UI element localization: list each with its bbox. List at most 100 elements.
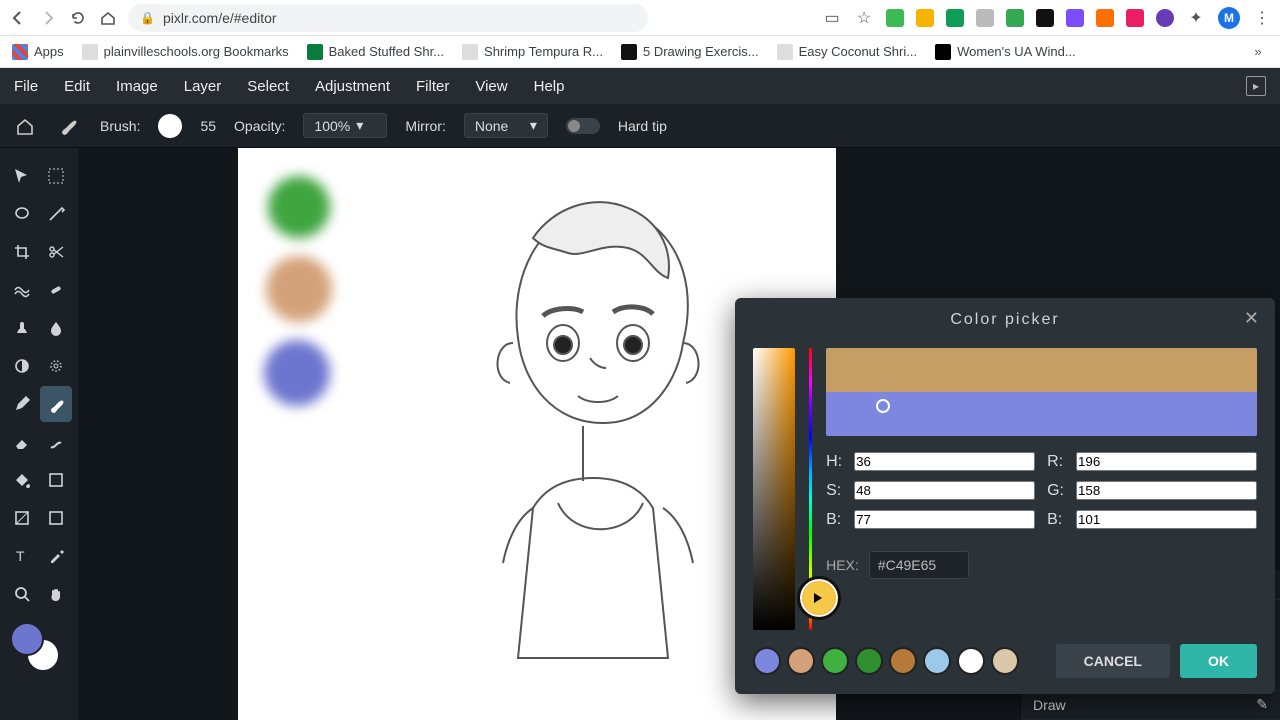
menu-edit[interactable]: Edit — [64, 78, 90, 95]
bookmarks-overflow-icon[interactable]: » — [1248, 42, 1268, 62]
heal-tool[interactable] — [40, 272, 72, 308]
brush-tool-icon[interactable] — [56, 113, 82, 139]
ext-icon[interactable] — [976, 9, 994, 27]
h-input[interactable] — [854, 452, 1035, 471]
swatch[interactable] — [889, 647, 917, 675]
pen-tool[interactable] — [6, 386, 38, 422]
blur-tool[interactable] — [40, 310, 72, 346]
ext-icon[interactable] — [1126, 9, 1144, 27]
color-picker-title: Color picker — [950, 311, 1059, 329]
color-picker-header[interactable]: Color picker ✕ — [735, 298, 1275, 342]
zoom-tool[interactable] — [6, 576, 38, 612]
menu-adjustment[interactable]: Adjustment — [315, 78, 390, 95]
bookmark-icon — [777, 44, 793, 60]
history-item[interactable]: Draw✎ — [1021, 690, 1280, 720]
menu-help[interactable]: Help — [534, 78, 565, 95]
profile-avatar[interactable]: M — [1218, 7, 1240, 29]
bookmark-label: Women's UA Wind... — [957, 44, 1076, 59]
hue-cursor[interactable] — [797, 576, 841, 620]
reload-button[interactable] — [68, 8, 88, 28]
forward-button[interactable] — [38, 8, 58, 28]
eraser-tool[interactable] — [6, 424, 38, 460]
hue-slider[interactable] — [809, 348, 812, 630]
b-input[interactable] — [854, 510, 1035, 529]
foreground-color[interactable] — [10, 622, 44, 656]
hex-label: HEX: — [826, 557, 859, 573]
ext-icon[interactable] — [1036, 9, 1054, 27]
swatch[interactable] — [855, 647, 883, 675]
ext-icon[interactable] — [1066, 9, 1084, 27]
toolbox: T — [0, 148, 78, 720]
menu-image[interactable]: Image — [116, 78, 158, 95]
fill-tool[interactable] — [6, 462, 38, 498]
swatch[interactable] — [753, 647, 781, 675]
smudge-tool[interactable] — [40, 424, 72, 460]
ext-icon[interactable] — [1096, 9, 1114, 27]
lasso-tool[interactable] — [6, 196, 38, 232]
back-button[interactable] — [8, 8, 28, 28]
ext-icon[interactable] — [1006, 9, 1024, 27]
bookmark-item[interactable]: Baked Stuffed Shr... — [307, 44, 444, 60]
bookmark-item[interactable]: Shrimp Tempura R... — [462, 44, 603, 60]
r-input[interactable] — [1076, 452, 1257, 471]
reader-icon[interactable]: ▭ — [822, 8, 842, 28]
cutout-tool[interactable] — [40, 234, 72, 270]
menu-view[interactable]: View — [475, 78, 507, 95]
bookmark-item[interactable]: 5 Drawing Exercis... — [621, 44, 759, 60]
color-wells[interactable] — [6, 620, 72, 680]
ext-icon[interactable] — [1156, 9, 1174, 27]
hand-tool[interactable] — [40, 576, 72, 612]
menu-filter[interactable]: Filter — [416, 78, 449, 95]
bookmark-apps[interactable]: Apps — [12, 44, 64, 60]
swatch[interactable] — [923, 647, 951, 675]
menu-file[interactable]: File — [14, 78, 38, 95]
ext-icon[interactable] — [886, 9, 904, 27]
shape-tool[interactable] — [40, 462, 72, 498]
brush-preview[interactable] — [158, 114, 182, 138]
ok-button[interactable]: OK — [1180, 644, 1257, 678]
ext-icon[interactable] — [916, 9, 934, 27]
brush-label: Brush: — [100, 118, 140, 134]
eyedropper-tool[interactable] — [40, 538, 72, 574]
extensions-icon[interactable]: ✦ — [1186, 8, 1206, 28]
sponge-tool[interactable] — [40, 348, 72, 384]
clone-tool[interactable] — [6, 310, 38, 346]
kebab-menu-icon[interactable]: ⋮ — [1252, 8, 1272, 28]
move-tool[interactable] — [6, 158, 38, 194]
swatch[interactable] — [821, 647, 849, 675]
menu-select[interactable]: Select — [247, 78, 289, 95]
text-tool[interactable]: T — [6, 538, 38, 574]
swatch[interactable] — [957, 647, 985, 675]
g-input[interactable] — [1076, 481, 1257, 500]
menu-layer[interactable]: Layer — [184, 78, 222, 95]
close-icon[interactable]: ✕ — [1244, 308, 1261, 329]
hard-tip-toggle[interactable] — [566, 118, 600, 134]
dodge-tool[interactable] — [6, 348, 38, 384]
home-button[interactable] — [98, 8, 118, 28]
hex-input[interactable] — [869, 551, 969, 579]
ext-icon[interactable] — [946, 9, 964, 27]
liquify-tool[interactable] — [6, 272, 38, 308]
toggle-panels-button[interactable]: ▸ — [1246, 76, 1266, 96]
gradient-tool[interactable] — [6, 500, 38, 536]
blue-input[interactable] — [1076, 510, 1257, 529]
bookmark-item[interactable]: plainvilleschools.org Bookmarks — [82, 44, 289, 60]
crop-tool[interactable] — [6, 234, 38, 270]
mirror-select[interactable]: None▾ — [464, 113, 548, 138]
swatch[interactable] — [787, 647, 815, 675]
cancel-button[interactable]: CANCEL — [1056, 644, 1170, 678]
wand-tool[interactable] — [40, 196, 72, 232]
bookmark-item[interactable]: Women's UA Wind... — [935, 44, 1076, 60]
frame-tool[interactable] — [40, 500, 72, 536]
opacity-select[interactable]: 100%▾ — [303, 113, 387, 138]
s-input[interactable] — [854, 481, 1035, 500]
brush-tool[interactable] — [40, 386, 72, 422]
sv-cursor[interactable] — [876, 399, 890, 413]
marquee-tool[interactable] — [40, 158, 72, 194]
star-icon[interactable]: ☆ — [854, 8, 874, 28]
saturation-value-field[interactable] — [753, 348, 795, 630]
address-bar[interactable]: 🔒 pixlr.com/e/#editor — [128, 4, 648, 32]
swatch[interactable] — [991, 647, 1019, 675]
bookmark-item[interactable]: Easy Coconut Shri... — [777, 44, 918, 60]
home-icon[interactable] — [12, 113, 38, 139]
